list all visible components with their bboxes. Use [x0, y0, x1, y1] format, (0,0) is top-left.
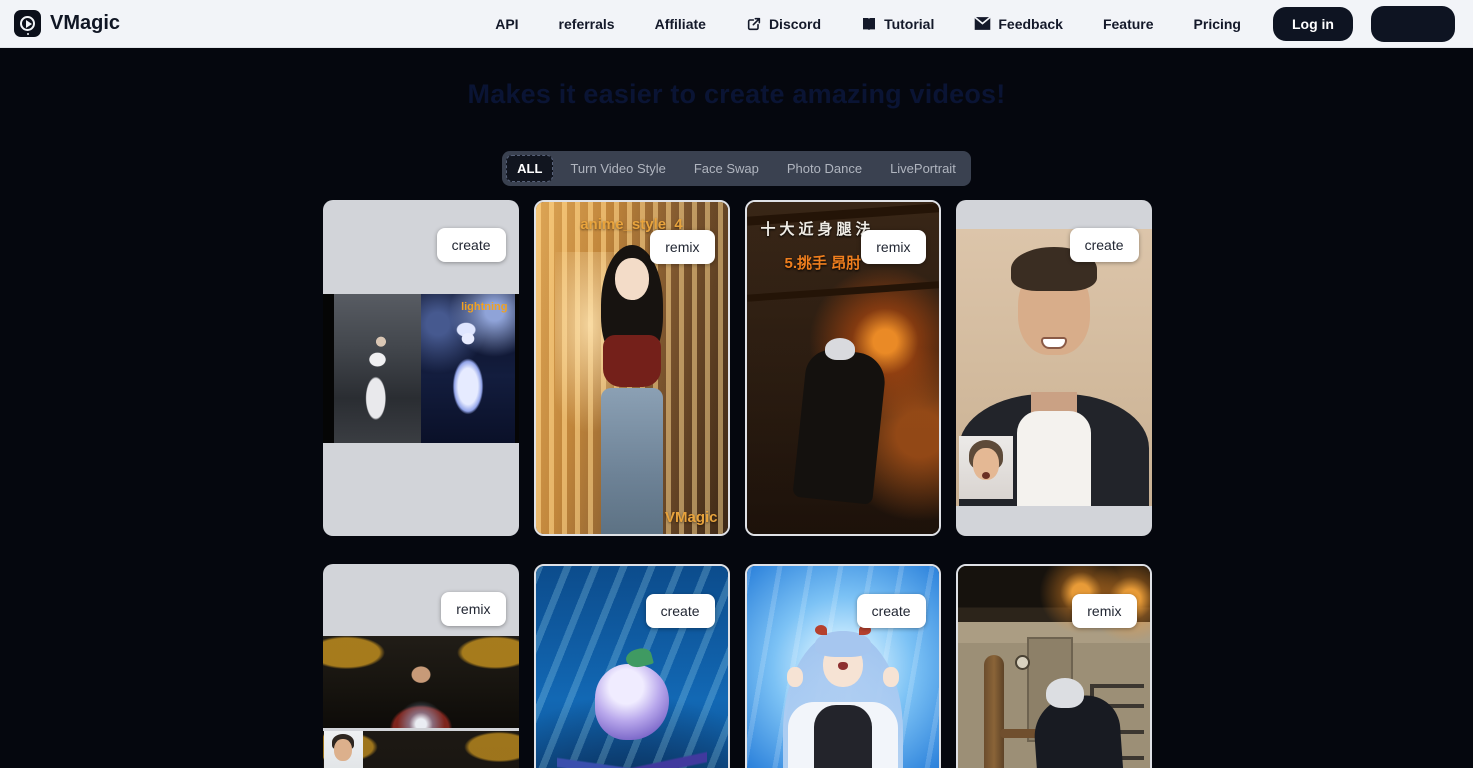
- style-caption: lightning: [461, 301, 507, 313]
- nav-item-api[interactable]: API: [495, 16, 518, 32]
- create-button[interactable]: create: [646, 594, 715, 628]
- tab-all[interactable]: ALL: [506, 155, 553, 182]
- showcase-card-anime-girl[interactable]: create: [745, 564, 941, 768]
- remix-button[interactable]: remix: [1072, 594, 1136, 628]
- remix-button[interactable]: remix: [650, 230, 714, 264]
- nav-item-pricing[interactable]: Pricing: [1194, 16, 1241, 32]
- auth-buttons: Log in: [1273, 6, 1455, 42]
- showcase-card-anime-style[interactable]: anime_style_4 VMagic remix: [534, 200, 730, 536]
- showcase-card-photo-dance[interactable]: lightning create: [323, 200, 519, 536]
- nav-item-affiliate[interactable]: Affiliate: [655, 16, 706, 32]
- nav-item-referrals[interactable]: referrals: [559, 16, 615, 32]
- tab-photo-dance[interactable]: Photo Dance: [776, 155, 873, 182]
- source-face-inset: [324, 731, 363, 768]
- remix-button[interactable]: remix: [861, 230, 925, 264]
- brand-logo[interactable]: VMagic: [14, 10, 120, 37]
- showcase-card-face-swap[interactable]: create: [956, 200, 1152, 536]
- nav-item-feedback[interactable]: Feedback: [974, 16, 1063, 32]
- nav-item-feature[interactable]: Feature: [1103, 16, 1154, 32]
- category-filter-bar: ALL Turn Video Style Face Swap Photo Dan…: [502, 151, 971, 186]
- main-content: Makes it easier to create amazing videos…: [0, 79, 1473, 768]
- create-button[interactable]: create: [1070, 228, 1139, 262]
- vmagic-logo-icon: [14, 10, 41, 37]
- showcase-grid: lightning create anime_style_4 VMagic re…: [323, 200, 1151, 768]
- tab-turn-video-style[interactable]: Turn Video Style: [559, 155, 676, 182]
- create-button[interactable]: create: [857, 594, 926, 628]
- lightning-styled-frame: lightning: [421, 294, 515, 443]
- login-button[interactable]: Log in: [1273, 7, 1353, 41]
- vmagic-watermark: VMagic: [665, 509, 718, 526]
- video-thumbnail: [323, 636, 519, 728]
- brand-name: VMagic: [50, 12, 120, 35]
- source-face-inset: [959, 436, 1013, 499]
- move-subtitle: 5.挑手 昂肘: [785, 252, 862, 273]
- page-title: Makes it easier to create amazing videos…: [0, 79, 1473, 110]
- video-thumbnail: lightning: [323, 294, 519, 443]
- dancer-source-frame: [334, 294, 421, 443]
- nav-item-discord[interactable]: Discord: [746, 16, 821, 32]
- main-nav: API referrals Affiliate Discord Tutorial…: [495, 16, 1241, 32]
- showcase-card-ironman-swap[interactable]: remix: [323, 564, 519, 768]
- showcase-card-kungfu[interactable]: 十大近身腿法 5.挑手 昂肘 remix: [745, 200, 941, 536]
- showcase-card-underwater[interactable]: VMagic create: [534, 564, 730, 768]
- remix-button[interactable]: remix: [441, 592, 505, 626]
- nav-item-tutorial[interactable]: Tutorial: [861, 16, 934, 32]
- signup-button[interactable]: [1371, 6, 1455, 42]
- create-button[interactable]: create: [437, 228, 506, 262]
- tab-face-swap[interactable]: Face Swap: [683, 155, 770, 182]
- tab-liveportrait[interactable]: LivePortrait: [879, 155, 967, 182]
- book-icon: [861, 16, 877, 32]
- top-navigation: VMagic API referrals Affiliate Discord T…: [0, 0, 1473, 48]
- external-link-icon: [746, 16, 762, 32]
- showcase-card-dojo[interactable]: remix: [956, 564, 1152, 768]
- envelope-icon: [974, 16, 991, 31]
